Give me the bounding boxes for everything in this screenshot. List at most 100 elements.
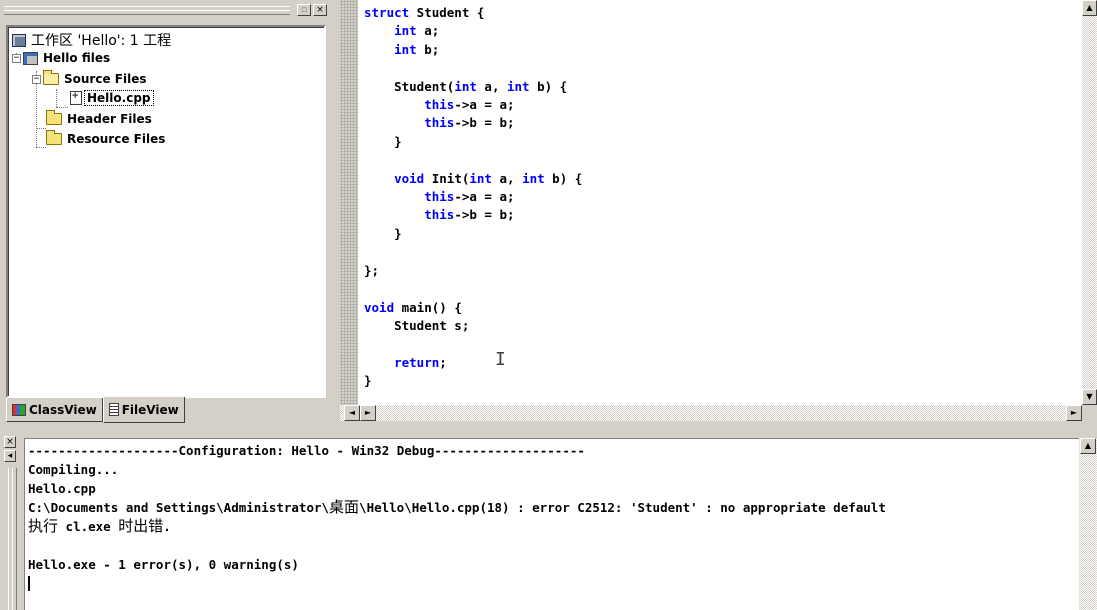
- workspace-tabs: ClassView FileView: [6, 397, 185, 424]
- tree-item-label: 工作区 'Hello': 1 工程: [31, 33, 172, 49]
- scroll-right-button[interactable]: ►: [1066, 405, 1082, 421]
- output-float-button[interactable]: ◂: [4, 450, 16, 462]
- folder-icon: [46, 130, 62, 145]
- cpp-file-icon: [70, 90, 82, 105]
- output-close-button[interactable]: ×: [4, 436, 16, 448]
- text-cursor-icon: I: [495, 349, 506, 370]
- code-keyword: int: [394, 41, 417, 57]
- code-keyword: this: [424, 97, 455, 113]
- scroll-up-button[interactable]: ▲: [1082, 0, 1097, 16]
- code-token: }: [364, 133, 402, 149]
- output-caret-line: [28, 574, 886, 593]
- workspace-float-button[interactable]: ▫: [297, 4, 311, 16]
- code-keyword: void: [364, 299, 395, 315]
- output-text-area[interactable]: --------------------Configuration: Hello…: [24, 438, 1079, 610]
- code-line: ​: [364, 280, 582, 298]
- text-caret: [28, 576, 30, 591]
- tree-line: [56, 107, 68, 108]
- code-token: ->a = a;: [454, 97, 515, 113]
- scroll-down-button[interactable]: ▼: [1082, 389, 1097, 405]
- code-line: Student(int a, int b) {: [364, 78, 582, 96]
- code-token: a,: [491, 170, 523, 186]
- code-line: void main() {: [364, 299, 582, 317]
- classview-icon: [12, 403, 26, 416]
- project-icon: [23, 51, 38, 65]
- code-token: Student {: [409, 5, 485, 20]
- tree-item-label: Hello.cpp: [84, 90, 154, 106]
- code-line: }: [364, 372, 582, 390]
- code-line: }: [364, 225, 582, 243]
- code-keyword: return: [394, 354, 440, 370]
- output-line: ​: [28, 536, 886, 555]
- code-line: ​: [364, 59, 582, 77]
- code-token: b) {: [544, 170, 583, 186]
- tree-item-project[interactable]: − Hello files: [12, 49, 112, 67]
- tab-label: FileView: [121, 402, 179, 417]
- code-line: this->b = b;: [364, 206, 582, 224]
- code-text-area[interactable]: struct Student { int a; int b;​ Student(…: [358, 0, 1082, 405]
- code-line: ​: [364, 151, 582, 169]
- tab-label: ClassView: [29, 402, 97, 417]
- file-tree: 工作区 'Hello': 1 工程 − Hello files − Source…: [6, 25, 326, 398]
- tab-fileview[interactable]: FileView: [102, 397, 185, 423]
- output-gripper[interactable]: [8, 468, 18, 610]
- code-keyword: int: [394, 23, 417, 39]
- collapse-icon[interactable]: −: [32, 74, 41, 84]
- output-vertical-scrollbar[interactable]: ▲: [1079, 438, 1097, 610]
- code-token: ->b = b;: [454, 115, 515, 131]
- code-line: this->a = a;: [364, 188, 582, 206]
- code-line: Student s;: [364, 317, 582, 335]
- editor-selection-margin[interactable]: [340, 0, 358, 405]
- code-line: }: [364, 133, 582, 151]
- editor-horizontal-scrollbar[interactable]: ◄ ► ►: [340, 405, 1082, 421]
- code-line: struct Student {: [364, 4, 582, 22]
- tree-item-header-files[interactable]: Header Files: [46, 110, 154, 128]
- collapse-icon[interactable]: −: [12, 53, 21, 63]
- scroll-right-button[interactable]: ►: [360, 405, 376, 421]
- code-token: Student s;: [364, 317, 470, 333]
- tree-item-resource-files[interactable]: Resource Files: [46, 130, 167, 148]
- tree-item-workspace[interactable]: 工作区 'Hello': 1 工程: [12, 31, 173, 49]
- code-line: this->a = a;: [364, 96, 582, 114]
- code-keyword: int: [469, 170, 492, 186]
- tree-line: [56, 89, 57, 107]
- output-line: Hello.exe - 1 error(s), 0 warning(s): [28, 557, 299, 572]
- tree-item-source-files[interactable]: − Source Files: [32, 70, 148, 88]
- output-line: Compiling...: [28, 462, 119, 477]
- tree-item-label: Resource Files: [67, 132, 166, 146]
- code-token: b;: [416, 41, 440, 57]
- code-token: };: [364, 262, 380, 278]
- fileview-icon: [108, 403, 119, 416]
- workspace-pane: ▫ × 工作区 'Hello': 1 工程 − Hello files − So…: [0, 0, 337, 432]
- tree-item-hello-cpp[interactable]: Hello.cpp: [70, 89, 154, 107]
- code-line: };: [364, 262, 582, 280]
- code-token: Init(: [424, 170, 470, 186]
- code-token: ;: [439, 354, 447, 370]
- code-token: main() {: [394, 299, 462, 315]
- code-lines: struct Student { int a; int b;​ Student(…: [364, 4, 582, 391]
- code-keyword: this: [424, 115, 455, 131]
- tree-line: [36, 128, 46, 129]
- code-line: this->b = b;: [364, 114, 582, 132]
- code-keyword: this: [424, 207, 455, 223]
- scroll-left-button[interactable]: ◄: [344, 405, 360, 421]
- scroll-up-button[interactable]: ▲: [1080, 438, 1096, 454]
- workspace-close-button[interactable]: ×: [313, 4, 327, 16]
- tab-classview[interactable]: ClassView: [6, 398, 103, 422]
- tree-item-label: Source Files: [64, 72, 147, 86]
- code-line: ​: [364, 335, 582, 353]
- editor-vertical-scrollbar[interactable]: ▲ ▼: [1082, 0, 1097, 405]
- code-line: int b;: [364, 41, 582, 59]
- folder-icon: [46, 110, 62, 125]
- code-token: ->a = a;: [454, 189, 515, 205]
- workspace-gripper[interactable]: [4, 6, 290, 15]
- tree-item-label: Header Files: [67, 112, 152, 126]
